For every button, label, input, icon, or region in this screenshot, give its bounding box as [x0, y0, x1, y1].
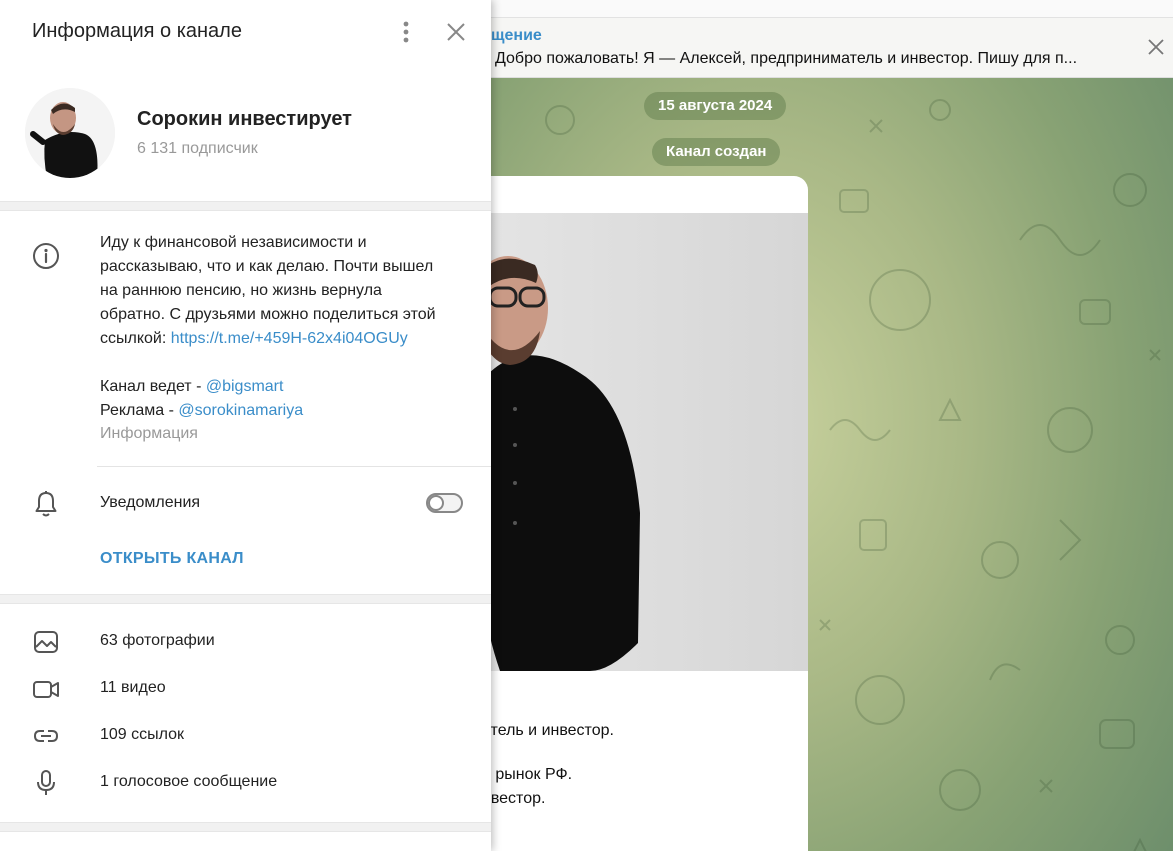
link-prefix: ссылкой:: [100, 330, 171, 347]
description-line: на раннюю пенсию, но жизнь вернула: [100, 282, 382, 299]
description-line: Канал ведет - @bigsmart: [100, 375, 470, 399]
video-icon: [33, 681, 59, 698]
notifications-label: Уведомления: [100, 494, 201, 511]
media-row-videos[interactable]: 11 видео: [0, 667, 491, 711]
toggle-knob: [428, 495, 444, 511]
admin-mention[interactable]: @bigsmart: [206, 378, 284, 395]
post-text-line: нвестор.: [482, 790, 546, 807]
channel-post[interactable]: атель и инвестор. й рынок РФ. нвестор.: [440, 176, 808, 851]
media-row-voice[interactable]: 1 голосовое сообщение: [0, 761, 491, 805]
person-photo: [468, 256, 640, 671]
photo-icon: [34, 631, 58, 653]
post-text-line: й рынок РФ.: [482, 766, 573, 783]
description-line: ссылкой: https://t.me/+459H-62x4i04OGUy: [100, 327, 470, 351]
date-pill: 15 августа 2024: [644, 92, 787, 120]
section-separator: [0, 594, 491, 604]
media-row-photos[interactable]: 63 фотографии: [0, 620, 491, 664]
channel-name: Сорокин инвестирует: [137, 108, 352, 130]
subscriber-count: 6 131 подписчик: [137, 140, 258, 157]
channel-info-panel: Информация о канале Сорокин инвестирует …: [0, 0, 491, 851]
section-separator: [0, 201, 491, 211]
close-icon[interactable]: [1147, 38, 1165, 56]
admin-prefix: Канал ведет -: [100, 378, 206, 395]
ads-prefix: Реклама -: [100, 402, 179, 419]
service-message-pill: Канал создан: [652, 138, 781, 166]
avatar-image: [25, 88, 115, 178]
pinned-message-title: щение: [491, 27, 542, 44]
description-line: рассказываю, что и как делаю. Почти выше…: [100, 258, 434, 275]
open-channel-button[interactable]: ОТКРЫТЬ КАНАЛ: [100, 550, 244, 568]
description-caption: Информация: [100, 425, 198, 442]
channel-avatar[interactable]: [25, 88, 115, 178]
microphone-icon: [37, 770, 55, 795]
panel-title: Информация о канале: [32, 20, 242, 42]
description-line: обратно. С друзьями можно поделиться это…: [100, 306, 436, 323]
more-vertical-icon[interactable]: [396, 20, 416, 44]
panel-header: Информация о канале: [0, 0, 491, 64]
media-label: 1 голосовое сообщение: [100, 773, 278, 790]
bell-icon: [35, 491, 57, 517]
channel-description: Иду к финансовой независимости и рассказ…: [100, 231, 470, 423]
divider: [97, 466, 491, 467]
description-line: Реклама - @sorokinamariya: [100, 399, 470, 423]
media-label: 63 фотографии: [100, 632, 215, 649]
section-separator: [0, 822, 491, 832]
notifications-toggle[interactable]: [426, 493, 463, 513]
link-icon: [33, 730, 59, 742]
invite-link[interactable]: https://t.me/+459H-62x4i04OGUy: [171, 330, 408, 347]
media-row-links[interactable]: 109 ссылок: [0, 714, 491, 758]
description-line: Иду к финансовой независимости и: [100, 234, 367, 251]
post-photo[interactable]: [440, 213, 808, 671]
ads-mention[interactable]: @sorokinamariya: [178, 402, 303, 419]
media-label: 11 видео: [100, 679, 166, 696]
pinned-message-text: Добро пожаловать! Я — Алексей, предприни…: [495, 50, 1078, 67]
post-text-line: атель и инвестор.: [482, 722, 614, 739]
close-icon[interactable]: [445, 21, 467, 43]
info-icon: [33, 243, 59, 269]
media-label: 109 ссылок: [100, 726, 185, 743]
